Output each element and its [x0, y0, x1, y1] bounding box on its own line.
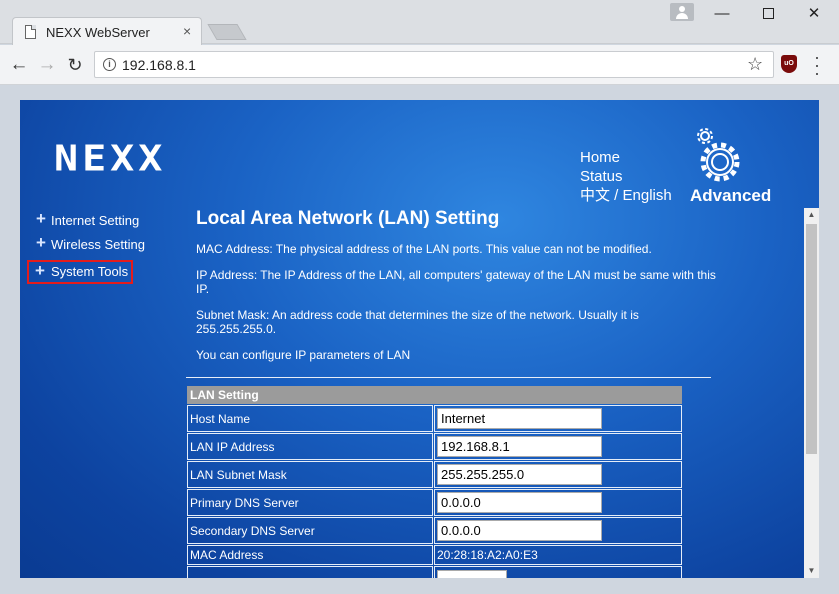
side-navigation: + Internet Setting + Wireless Setting + … — [27, 209, 145, 284]
top-navigation: Home Status 中文 / English — [580, 148, 672, 205]
table-row: MAC Address 20:28:18:A2:A0:E3 — [187, 545, 682, 565]
sidebar-item-system-tools[interactable]: + System Tools — [27, 260, 133, 284]
subnet-mask-label: LAN Subnet Mask — [187, 461, 433, 488]
lan-setting-table: LAN Setting Host Name LAN IP Address LAN… — [186, 385, 683, 578]
browser-menu-icon[interactable]: · · · — [812, 48, 822, 82]
close-tab-icon[interactable]: × — [183, 23, 191, 39]
configure-description: You can configure IP parameters of LAN — [196, 348, 411, 362]
page-icon — [25, 25, 36, 39]
ip-description: IP Address: The IP Address of the LAN, a… — [196, 268, 716, 296]
expand-plus-icon: + — [36, 209, 46, 228]
url-text[interactable]: 192.168.8.1 — [122, 57, 196, 73]
back-arrow-icon[interactable]: ← — [8, 54, 30, 76]
secondary-dns-label: Secondary DNS Server — [187, 517, 433, 544]
nexx-logo: NEXX — [54, 138, 167, 180]
secondary-dns-input[interactable] — [437, 520, 602, 541]
browser-tab[interactable]: NEXX WebServer × — [12, 17, 202, 45]
divider — [186, 377, 711, 378]
gear-icon[interactable] — [685, 126, 745, 186]
lan-ip-input[interactable] — [437, 436, 602, 457]
star-icon[interactable]: ☆ — [747, 54, 763, 75]
sidebar-item-internet-setting[interactable]: + Internet Setting — [36, 209, 145, 236]
scroll-down-icon[interactable]: ▼ — [804, 564, 819, 578]
table-row: LAN Subnet Mask — [187, 461, 682, 488]
sidebar-item-label: System Tools — [51, 264, 129, 279]
nav-status-link[interactable]: Status — [580, 167, 672, 186]
nav-advanced-link[interactable]: Advanced — [690, 186, 771, 206]
info-icon[interactable]: i — [103, 58, 116, 71]
table-header: LAN Setting — [187, 386, 682, 404]
page-scrollbar[interactable]: ▲ ▼ — [804, 208, 819, 578]
sidebar-item-label: Internet Setting — [51, 213, 140, 228]
table-row: Host Name — [187, 405, 682, 432]
host-name-input[interactable] — [437, 408, 602, 429]
table-row — [187, 566, 682, 578]
mac-address-value: 20:28:18:A2:A0:E3 — [434, 545, 682, 565]
language-switch-link[interactable]: 中文 / English — [580, 186, 672, 205]
close-window-button[interactable]: ✕ — [799, 4, 829, 24]
nav-home-link[interactable]: Home — [580, 148, 672, 167]
dhcp-select[interactable] — [437, 570, 507, 578]
main-content: Local Area Network (LAN) Setting MAC Add… — [196, 208, 716, 374]
table-row: LAN IP Address — [187, 433, 682, 460]
tab-title: NEXX WebServer — [46, 25, 150, 40]
ublock-extension-icon[interactable]: uO — [781, 55, 797, 73]
new-tab-button[interactable] — [207, 24, 247, 40]
table-row: Secondary DNS Server — [187, 517, 682, 544]
mac-address-label: MAC Address — [187, 545, 433, 565]
address-bar[interactable]: i 192.168.8.1 ☆ — [94, 51, 774, 78]
table-row: Primary DNS Server — [187, 489, 682, 516]
reload-icon[interactable]: ↻ — [64, 54, 86, 76]
primary-dns-label: Primary DNS Server — [187, 489, 433, 516]
browser-toolbar: ← → ↻ i 192.168.8.1 ☆ uO · · · — [0, 45, 839, 85]
subnet-description: Subnet Mask: An address code that determ… — [196, 308, 639, 336]
page-title: Local Area Network (LAN) Setting — [196, 208, 500, 229]
host-name-label: Host Name — [187, 405, 433, 432]
sidebar-item-wireless-setting[interactable]: + Wireless Setting — [36, 233, 145, 260]
sidebar-item-label: Wireless Setting — [51, 237, 145, 252]
maximize-button[interactable] — [753, 4, 783, 24]
forward-arrow-icon[interactable]: → — [36, 54, 58, 76]
page-viewport: NEXX Home Status 中文 / English Advanced +… — [20, 100, 819, 578]
expand-plus-icon: + — [36, 233, 46, 252]
subnet-mask-input[interactable] — [437, 464, 602, 485]
lan-ip-label: LAN IP Address — [187, 433, 433, 460]
primary-dns-input[interactable] — [437, 492, 602, 513]
user-profile-icon[interactable] — [670, 3, 694, 21]
scroll-up-icon[interactable]: ▲ — [804, 208, 819, 222]
expand-plus-icon: + — [35, 261, 45, 280]
browser-titlebar: NEXX WebServer × — ✕ — [0, 0, 839, 45]
mac-description: MAC Address: The physical address of the… — [196, 242, 652, 256]
minimize-button[interactable]: — — [707, 4, 737, 24]
scrollbar-thumb[interactable] — [806, 224, 817, 454]
